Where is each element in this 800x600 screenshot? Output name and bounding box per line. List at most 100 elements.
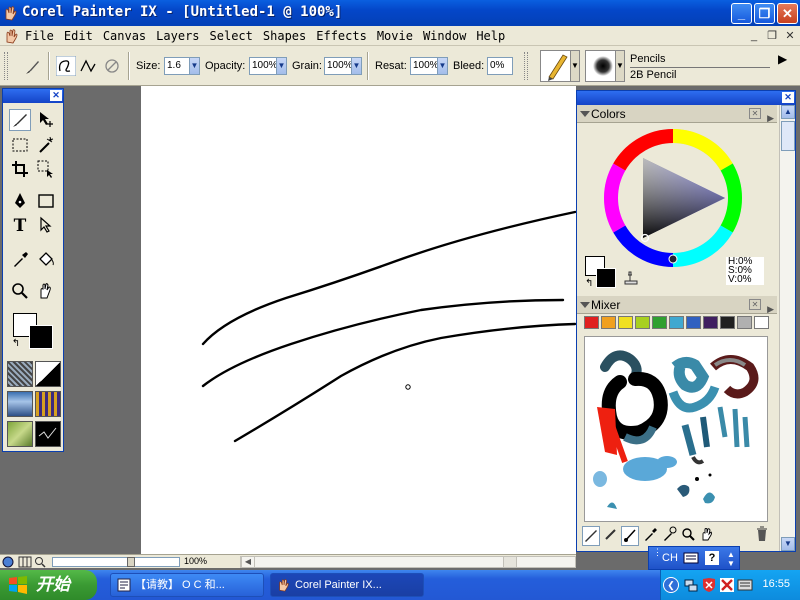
paper-selector[interactable] — [7, 361, 33, 387]
brush-variant-name[interactable]: 2B Pencil — [630, 69, 676, 81]
scroll-thumb[interactable] — [503, 556, 517, 568]
mixer-swatch-10[interactable] — [737, 316, 752, 329]
mixer-dirty-brush-tool[interactable] — [582, 526, 600, 546]
grain-field[interactable]: 100% — [324, 57, 353, 75]
palette-scroll-down-button[interactable]: ▼ — [781, 537, 795, 551]
palette-scroll-up-button[interactable]: ▲ — [781, 105, 795, 119]
toolbox-close-button[interactable]: ✕ — [50, 90, 62, 101]
freehand-stroke-button[interactable] — [55, 55, 77, 77]
document-hand-icon[interactable] — [4, 28, 20, 44]
selection-adjuster-tool[interactable] — [35, 159, 57, 181]
palette-scroll-thumb[interactable] — [781, 121, 795, 151]
clock[interactable]: 16:55 — [762, 578, 790, 590]
colors-close-icon[interactable]: ✕ — [749, 108, 761, 119]
menu-effects[interactable]: Effects — [311, 28, 372, 44]
grain-dropdown[interactable]: ▼ — [351, 57, 362, 75]
opacity-field[interactable]: 100% — [249, 57, 278, 75]
globe-icon[interactable] — [2, 556, 14, 568]
hue-ring-handle[interactable] — [668, 254, 678, 264]
colors-swap-icon[interactable]: ↰ — [585, 278, 593, 289]
rectangular-selection-tool[interactable] — [9, 135, 31, 157]
grabber-tool[interactable] — [35, 281, 57, 303]
mixer-swatch-6[interactable] — [669, 316, 684, 329]
mixer-pan-tool[interactable] — [698, 526, 715, 546]
ime-language-label[interactable]: CH — [662, 552, 678, 564]
menu-window[interactable]: Window — [418, 28, 471, 44]
network-icon[interactable] — [683, 577, 699, 593]
magnifier-tool[interactable] — [9, 281, 31, 303]
minimize-button[interactable]: _ — [731, 3, 752, 24]
doc-restore-button[interactable]: ❐ — [764, 29, 780, 43]
mixer-swatch-7[interactable] — [686, 316, 701, 329]
size-dropdown[interactable]: ▼ — [189, 57, 200, 75]
mixer-swatch-8[interactable] — [703, 316, 718, 329]
mixer-swatch-3[interactable] — [618, 316, 633, 329]
zoom-slider[interactable] — [52, 557, 180, 567]
bleed-field[interactable]: 0% — [487, 57, 513, 75]
keyboard-icon[interactable] — [683, 552, 699, 564]
colors-menu-arrow-icon[interactable]: ▶ — [767, 109, 774, 127]
mixer-mix-color-tool[interactable] — [621, 526, 639, 546]
brush-category-name[interactable]: Pencils — [630, 53, 665, 65]
brush-selector-grip[interactable] — [524, 52, 528, 80]
palette-close-button[interactable]: ✕ — [782, 92, 794, 103]
brush-icon[interactable] — [24, 58, 42, 76]
drawing-canvas[interactable] — [141, 86, 577, 554]
doc-minimize-button[interactable]: _ — [746, 29, 762, 43]
toolbox-titlebar[interactable]: ✕ — [3, 89, 63, 103]
menu-shapes[interactable]: Shapes — [258, 28, 311, 44]
clone-color-icon[interactable] — [622, 270, 640, 286]
property-bar-expand-icon[interactable]: ▶ — [778, 52, 787, 66]
resat-dropdown[interactable]: ▼ — [437, 57, 448, 75]
text-tool[interactable]: T — [9, 215, 31, 237]
mixer-palette-header[interactable]: Mixer ✕ ▶ — [577, 296, 777, 314]
mixer-zoom-tool[interactable] — [679, 526, 696, 546]
look-selector[interactable] — [35, 421, 61, 447]
crop-tool[interactable] — [9, 159, 31, 181]
menu-help[interactable]: Help — [471, 28, 510, 44]
nozzle-selector[interactable] — [7, 421, 33, 447]
magic-wand-tool[interactable] — [35, 135, 57, 157]
title-bar[interactable]: Corel Painter IX - [Untitled-1 @ 100%] _… — [0, 0, 800, 26]
mixer-sample-multiple-tool[interactable] — [660, 526, 677, 546]
pen-tool[interactable] — [9, 191, 31, 213]
mixer-swatch-11[interactable] — [754, 316, 769, 329]
restore-button[interactable]: ❐ — [754, 3, 775, 24]
mixer-swatch-1[interactable] — [584, 316, 599, 329]
resat-field[interactable]: 100% — [410, 57, 439, 75]
mixer-sample-color-tool[interactable] — [641, 526, 658, 546]
mixer-swatch-4[interactable] — [635, 316, 650, 329]
brush-category-dropdown[interactable]: ▼ — [570, 50, 580, 82]
mixer-clear-button[interactable] — [753, 526, 770, 546]
layer-adjuster-tool[interactable] — [35, 109, 57, 131]
palette-titlebar[interactable]: ✕ — [577, 91, 795, 105]
horizontal-scrollbar[interactable]: ◀ — [240, 556, 576, 568]
weaving-selector[interactable] — [35, 391, 61, 417]
mixer-pad[interactable] — [584, 336, 768, 522]
doc-close-button[interactable]: ✕ — [782, 29, 798, 43]
scroll-left-button[interactable]: ◀ — [241, 556, 255, 568]
rectangle-shape-tool[interactable] — [35, 191, 57, 213]
ime-language-bar[interactable]: ⋮ CH ? ▲ ▼ — [648, 546, 740, 570]
antivirus-icon[interactable] — [719, 577, 735, 593]
size-field[interactable]: 1.6 — [164, 57, 190, 75]
mixer-swatch-9[interactable] — [720, 316, 735, 329]
ime-options-icon[interactable]: ▲ ▼ — [727, 550, 735, 568]
mixer-swatch-2[interactable] — [601, 316, 616, 329]
palette-scrollbar[interactable]: ▲ ▼ — [779, 105, 795, 551]
pattern-selector[interactable] — [7, 391, 33, 417]
menu-file[interactable]: File — [20, 28, 59, 44]
straight-line-button[interactable] — [78, 56, 98, 76]
toolbar-grip[interactable] — [4, 52, 8, 80]
colors-additional-swatch[interactable] — [596, 268, 616, 288]
mixer-swatch-5[interactable] — [652, 316, 667, 329]
input-method-icon[interactable] — [737, 577, 753, 593]
taskbar-item-browser[interactable]: 【请教】 O C 和... — [110, 573, 264, 597]
paint-bucket-tool[interactable] — [35, 249, 57, 271]
ime-help-icon[interactable]: ? — [705, 551, 719, 565]
opacity-dropdown[interactable]: ▼ — [276, 57, 287, 75]
mixer-collapse-triangle-icon[interactable] — [580, 302, 590, 308]
security-shield-icon[interactable] — [701, 577, 717, 593]
reset-brush-button[interactable] — [102, 56, 122, 76]
colors-palette-header[interactable]: Colors ✕ ▶ — [577, 105, 777, 123]
